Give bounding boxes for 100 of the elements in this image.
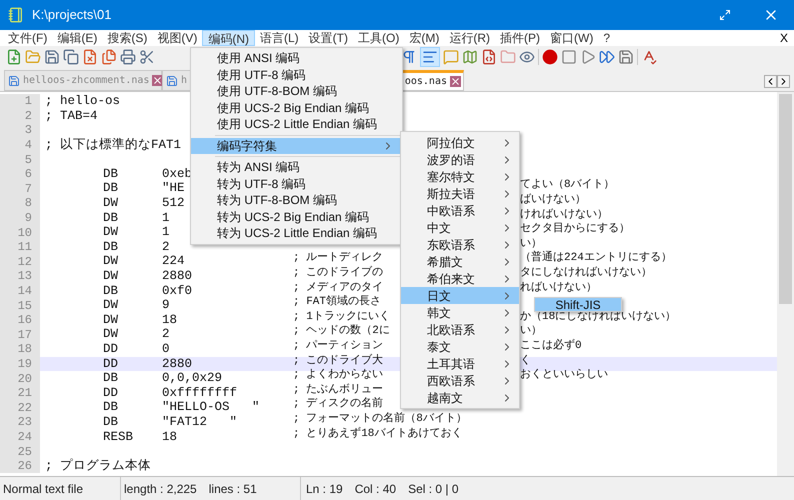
code-operand: 1 bbox=[162, 210, 170, 226]
code-comment: セクタ目からにする） bbox=[520, 223, 630, 236]
menu-item[interactable]: 西欧语系 bbox=[401, 372, 519, 389]
scrollbar-thumb[interactable] bbox=[779, 94, 792, 304]
fast-forward-icon[interactable] bbox=[599, 49, 615, 65]
cut-icon[interactable] bbox=[139, 49, 155, 65]
menu-item[interactable]: 希伯来文 bbox=[401, 270, 519, 287]
status-lines: lines : 51 bbox=[208, 480, 257, 498]
code-operand: 0xffffffff bbox=[162, 384, 238, 401]
print-icon[interactable] bbox=[120, 49, 136, 65]
menu-item[interactable]: 转为 UTF-8-BOM 编码 bbox=[191, 192, 402, 208]
menu-item[interactable]: 插件(P) bbox=[495, 30, 545, 46]
map-icon[interactable] bbox=[462, 49, 478, 65]
menu-item[interactable]: 阿拉伯文 bbox=[401, 134, 519, 151]
menu-item[interactable]: 塞尔特文 bbox=[401, 168, 519, 185]
menu-item[interactable]: Shift-JIS bbox=[535, 298, 621, 311]
menu-item[interactable]: 编码字符集 bbox=[191, 138, 402, 154]
menu-item[interactable]: 中文 bbox=[401, 219, 519, 236]
code-instruction: DW bbox=[103, 326, 118, 344]
eye-icon[interactable] bbox=[519, 49, 535, 65]
code-comment: てよい（8バイト） bbox=[520, 179, 615, 192]
line-number: 16 bbox=[18, 312, 32, 330]
line-number: 26 bbox=[18, 458, 32, 476]
line-number: 3 bbox=[24, 122, 32, 140]
indent-guide-toggle[interactable] bbox=[420, 47, 440, 67]
code-instruction: DB bbox=[103, 370, 118, 388]
code-comment: ; FAT領域の長さ bbox=[293, 296, 382, 310]
menu-item[interactable]: 编辑(E) bbox=[52, 30, 102, 46]
line-number: 15 bbox=[18, 298, 32, 315]
play-icon[interactable] bbox=[580, 49, 596, 65]
menu-item[interactable]: 编码(N) bbox=[202, 30, 255, 46]
menu-item[interactable]: 中欧语系 bbox=[401, 202, 519, 219]
menu-item[interactable]: 使用 ANSI 编码 bbox=[191, 50, 402, 66]
code-operand: 0,0,0x29 bbox=[162, 370, 222, 387]
line-number: 5 bbox=[24, 152, 32, 169]
code-instruction: DW bbox=[103, 195, 118, 212]
close-file-icon[interactable] bbox=[82, 49, 98, 65]
status-length: length : 2,225 bbox=[124, 480, 197, 498]
line-number: 22 bbox=[18, 400, 32, 417]
menu-item[interactable]: 工具(O) bbox=[353, 30, 404, 46]
tab-scroll-right-icon[interactable] bbox=[777, 75, 790, 88]
menu-item[interactable]: 视图(V) bbox=[152, 30, 202, 46]
close-document-button[interactable]: X bbox=[774, 29, 794, 47]
menu-item[interactable]: 使用 UCS-2 Little Endian 编码 bbox=[191, 116, 402, 132]
menu-item[interactable]: 语言(L) bbox=[255, 30, 304, 46]
save-all-icon[interactable] bbox=[63, 49, 79, 65]
line-number: 18 bbox=[18, 341, 32, 358]
menu-item[interactable]: 转为 UTF-8 编码 bbox=[191, 176, 402, 192]
menu-item[interactable]: 北欧语系 bbox=[401, 321, 519, 338]
menu-item[interactable]: 波罗的语 bbox=[401, 151, 519, 168]
maximize-icon bbox=[719, 9, 731, 21]
new-file-icon[interactable] bbox=[6, 49, 22, 65]
menu-item[interactable]: 窗口(W) bbox=[545, 30, 598, 46]
code-instruction: DB bbox=[103, 180, 118, 198]
menu-item[interactable]: 文件(F) bbox=[3, 30, 52, 46]
code-instruction: DB bbox=[103, 210, 118, 226]
menu-item[interactable]: 使用 UCS-2 Big Endian 编码 bbox=[191, 100, 402, 116]
close-all-icon[interactable] bbox=[101, 49, 117, 65]
vertical-scrollbar[interactable] bbox=[777, 92, 794, 476]
menu-item[interactable]: 日文 bbox=[401, 287, 519, 304]
save-icon[interactable] bbox=[44, 49, 60, 65]
code-comment: ればいけない） bbox=[520, 282, 597, 295]
menu-item[interactable]: 泰文 bbox=[401, 338, 519, 355]
menu-item[interactable]: 使用 UTF-8-BOM 编码 bbox=[191, 83, 402, 100]
window-title: K:\projects\01 bbox=[32, 6, 112, 24]
menu-item[interactable]: ? bbox=[598, 30, 616, 46]
menu-item[interactable]: 宏(M) bbox=[404, 30, 444, 46]
code-comment: ; メディアのタイ bbox=[293, 282, 384, 295]
menu-item[interactable]: 斯拉夫语 bbox=[401, 185, 519, 202]
stop-icon[interactable] bbox=[561, 49, 577, 65]
code-operand: 2 bbox=[162, 238, 170, 256]
code-comment: ; よくわからない bbox=[293, 369, 384, 382]
menu-item[interactable]: 使用 UTF-8 编码 bbox=[191, 66, 402, 83]
code-instruction: DD bbox=[103, 384, 118, 402]
menu-item[interactable]: 希腊文 bbox=[401, 253, 519, 270]
menu-item[interactable]: 韩文 bbox=[401, 304, 519, 321]
record-icon[interactable] bbox=[542, 49, 558, 65]
close-tab-icon[interactable] bbox=[450, 76, 461, 87]
menu-item[interactable]: 运行(R) bbox=[444, 30, 495, 46]
line-number: 9 bbox=[24, 210, 32, 228]
function-list-icon[interactable] bbox=[481, 49, 497, 65]
menu-item[interactable]: 转为 ANSI 编码 bbox=[191, 159, 402, 176]
menu-item[interactable]: 土耳其语 bbox=[401, 355, 519, 372]
menu-item[interactable]: 转为 UCS-2 Big Endian 编码 bbox=[191, 208, 402, 225]
close-tab-icon[interactable] bbox=[152, 75, 164, 86]
save-macro-icon[interactable] bbox=[618, 49, 634, 65]
menu-item[interactable]: 搜索(S) bbox=[102, 30, 152, 46]
menu-item[interactable]: 东欧语系 bbox=[401, 236, 519, 253]
code-operand: 1 bbox=[162, 224, 170, 242]
code-comment: い） bbox=[520, 238, 542, 250]
pilcrow-icon[interactable] bbox=[401, 49, 417, 65]
menu-item[interactable]: 越南文 bbox=[401, 389, 519, 406]
code-instruction: DB bbox=[103, 399, 118, 416]
menu-item[interactable]: 转为 UCS-2 Little Endian 编码 bbox=[191, 225, 402, 242]
tab-scroll-left-icon[interactable] bbox=[764, 75, 777, 88]
line-number: 13 bbox=[18, 268, 32, 286]
code-text: ; hello-os bbox=[45, 94, 120, 108]
menu-item[interactable]: 设置(T) bbox=[304, 30, 353, 46]
code-comment: く bbox=[520, 354, 531, 368]
code-comment: ; たぶんボリュー bbox=[293, 384, 384, 397]
